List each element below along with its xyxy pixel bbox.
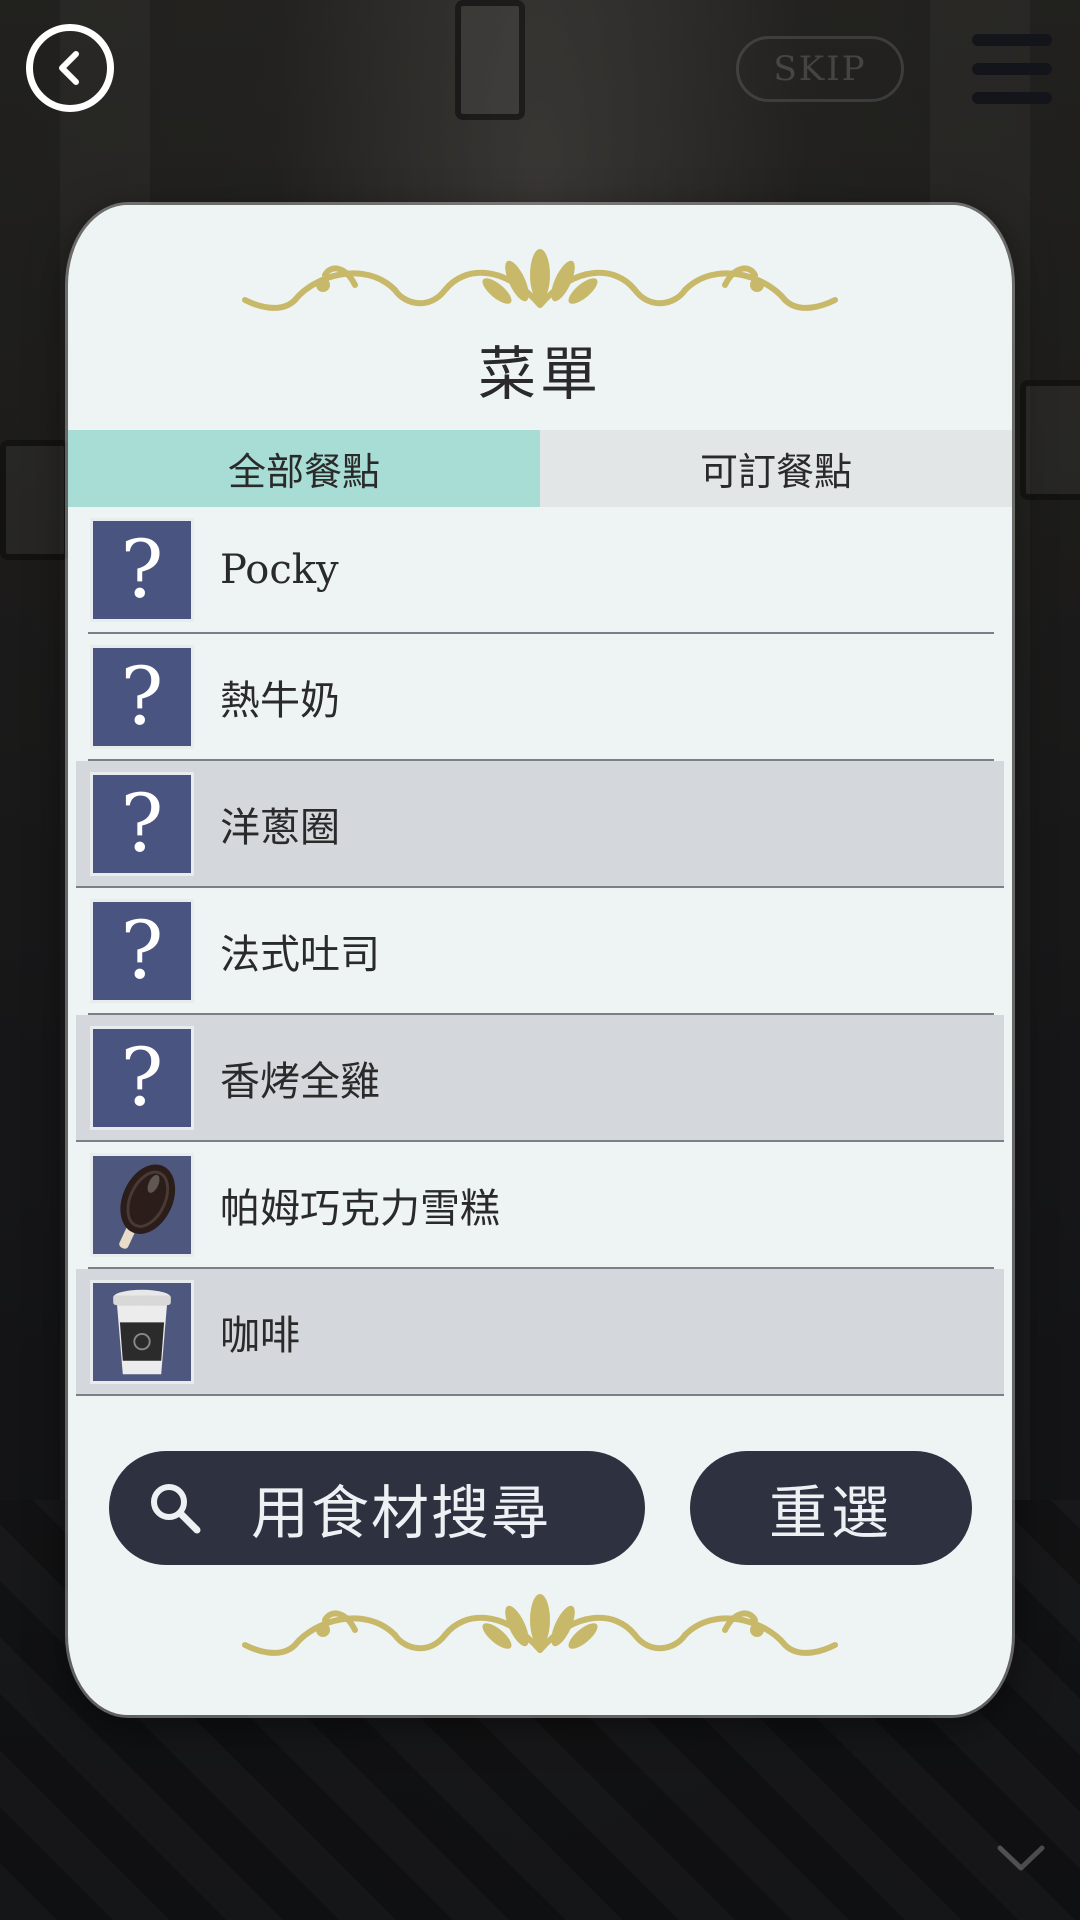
menu-item-label: 法式吐司 <box>220 931 380 978</box>
back-button[interactable] <box>26 24 114 112</box>
menu-item-onion-rings[interactable]: ? 洋蔥圈 <box>76 761 1004 888</box>
question-mark-icon: ? <box>90 1025 194 1130</box>
ornament-flourish-bottom <box>242 1594 838 1656</box>
menu-item-label: 熱牛奶 <box>220 677 340 724</box>
hamburger-menu-icon[interactable] <box>972 34 1052 104</box>
menu-card: 菜單 全部餐點 可訂餐點 ? Pocky ? 熱牛奶 ? 洋蔥圈 ? 法式吐司 … <box>68 205 1012 1715</box>
search-button-label: 用食材搜尋 <box>251 1479 552 1547</box>
menu-item-pocky[interactable]: ? Pocky <box>88 507 994 634</box>
menu-item-hot-milk[interactable]: ? 熱牛奶 <box>88 634 994 761</box>
chevron-down-icon[interactable] <box>996 1840 1046 1876</box>
menu-item-french-toast[interactable]: ? 法式吐司 <box>88 888 994 1015</box>
menu-item-label: Pocky <box>220 546 339 593</box>
menu-item-chocolate-ice-cream[interactable]: 帕姆巧克力雪糕 <box>88 1142 994 1269</box>
ice-cream-bar-icon <box>90 1152 194 1257</box>
search-icon <box>151 1484 201 1534</box>
search-by-ingredient-button[interactable]: 用食材搜尋 <box>109 1451 645 1565</box>
menu-tabs: 全部餐點 可訂餐點 <box>68 430 1012 507</box>
menu-item-roast-chicken[interactable]: ? 香烤全雞 <box>76 1015 1004 1142</box>
coffee-cup-icon <box>90 1279 194 1384</box>
ornament-flourish-top <box>242 249 838 311</box>
menu-item-label: 洋蔥圈 <box>220 804 340 851</box>
question-mark-icon: ? <box>90 898 194 1003</box>
question-mark-icon: ? <box>90 644 194 749</box>
skip-button[interactable]: SKIP <box>736 36 904 102</box>
question-mark-icon: ? <box>90 771 194 876</box>
tab-orderable-items[interactable]: 可訂餐點 <box>540 430 1012 507</box>
menu-title: 菜單 <box>477 340 602 408</box>
question-mark-icon: ? <box>90 517 194 622</box>
chevron-left-icon <box>59 51 79 85</box>
menu-item-label: 帕姆巧克力雪糕 <box>220 1185 500 1232</box>
menu-item-coffee[interactable]: 咖啡 <box>76 1269 1004 1396</box>
tab-all-items[interactable]: 全部餐點 <box>68 430 540 507</box>
menu-item-list: ? Pocky ? 熱牛奶 ? 洋蔥圈 ? 法式吐司 ? 香烤全雞 帕姆巧克力雪… <box>76 507 1004 1396</box>
menu-item-label: 香烤全雞 <box>220 1058 380 1105</box>
menu-item-label: 咖啡 <box>220 1312 300 1359</box>
reset-button[interactable]: 重選 <box>690 1451 972 1565</box>
